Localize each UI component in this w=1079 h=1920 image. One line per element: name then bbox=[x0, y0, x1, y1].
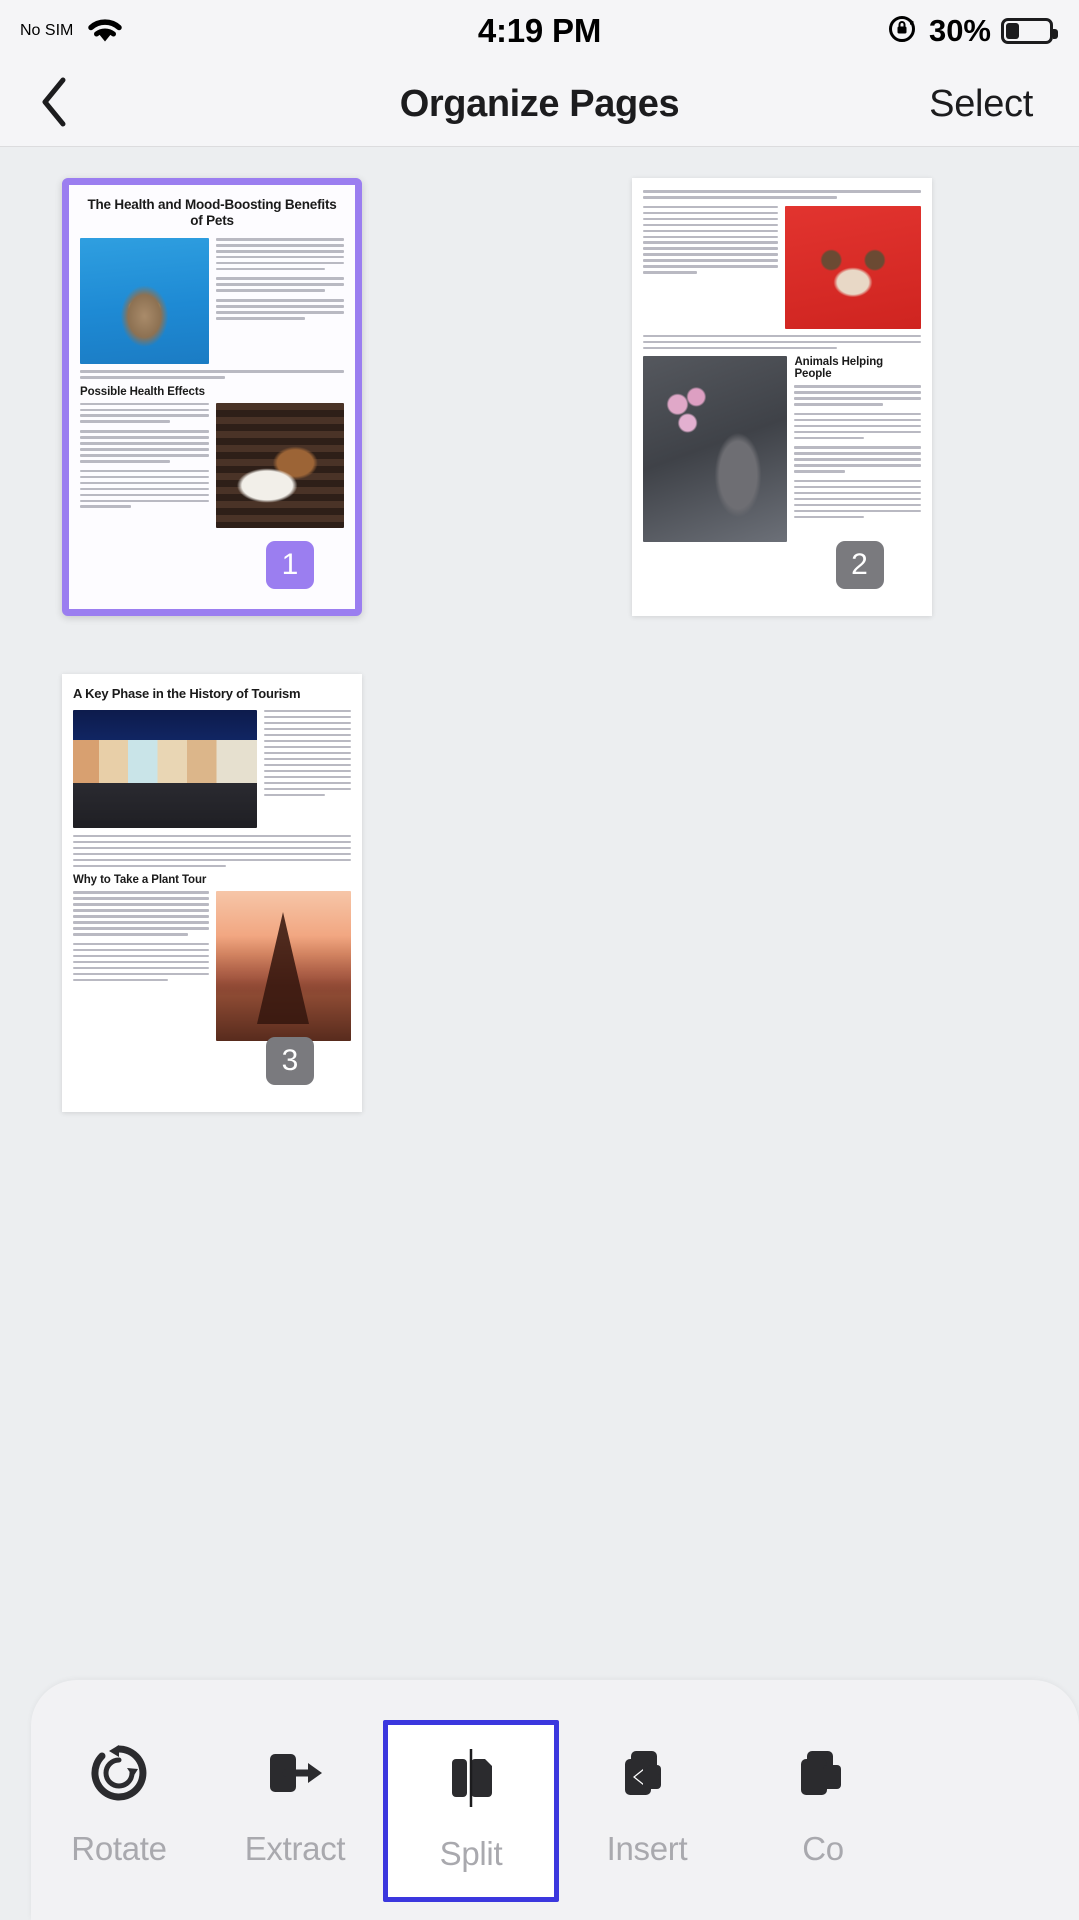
bottom-action-toolbar: Rotate Extract Split Insert Co bbox=[31, 1680, 1079, 1920]
text-column bbox=[263, 709, 351, 828]
toolbar-item-rotate[interactable]: Rotate bbox=[31, 1720, 207, 1902]
text-column bbox=[215, 237, 344, 364]
content-row bbox=[73, 891, 351, 1042]
rotate-icon bbox=[89, 1742, 149, 1804]
carrier-label: No SIM bbox=[20, 22, 74, 39]
page-cell: Animals Helping People 2 bbox=[540, 178, 1018, 674]
cat-on-blue-background-photo bbox=[80, 237, 209, 364]
eiffel-tower-at-sunset-photo bbox=[215, 891, 351, 1042]
rotation-lock-icon bbox=[885, 12, 919, 51]
toolbar-label: Split bbox=[439, 1835, 503, 1872]
content-row: Animals Helping People bbox=[642, 356, 921, 543]
paragraph bbox=[73, 834, 351, 868]
page-number-badge: 3 bbox=[266, 1037, 314, 1085]
paragraph bbox=[794, 385, 921, 406]
toolbar-item-insert[interactable]: Insert bbox=[559, 1720, 735, 1902]
toolbar-label: Extract bbox=[244, 1830, 346, 1867]
text-column bbox=[642, 205, 778, 329]
content-row bbox=[73, 709, 351, 828]
navigation-bar: Organize Pages Select bbox=[0, 62, 1079, 147]
page-cell: A Key Phase in the History of Tourism Wh… bbox=[62, 674, 540, 1170]
section-heading: Why to Take a Plant Tour bbox=[73, 874, 207, 887]
toolbar-item-extract[interactable]: Extract bbox=[207, 1720, 383, 1902]
paragraph bbox=[73, 942, 209, 982]
page-thumbnail-2[interactable]: Animals Helping People 2 bbox=[631, 178, 932, 616]
paragraph bbox=[215, 277, 344, 293]
paragraph bbox=[80, 469, 209, 509]
status-bar: No SIM 4:19 PM 30% bbox=[0, 0, 1079, 62]
paragraph bbox=[794, 446, 921, 473]
image-column bbox=[642, 356, 788, 543]
page-title: Organize Pages bbox=[399, 82, 680, 125]
paragraph bbox=[642, 205, 778, 274]
paragraph bbox=[263, 709, 351, 797]
toolbar-item-split[interactable]: Split bbox=[383, 1720, 559, 1902]
paragraph bbox=[80, 402, 209, 424]
toolbar-item-copy[interactable]: Co bbox=[735, 1720, 911, 1902]
paragraph bbox=[642, 190, 921, 199]
section-heading: Possible Health Effects bbox=[80, 385, 205, 398]
grey-cat-with-tulips-photo bbox=[642, 356, 788, 543]
document-title: The Health and Mood-Boosting Benefits of… bbox=[87, 197, 337, 229]
paragraph bbox=[642, 334, 921, 350]
paragraph bbox=[80, 369, 344, 379]
extract-icon bbox=[264, 1742, 326, 1804]
page-number-badge: 2 bbox=[835, 541, 884, 589]
toolbar-label: Co bbox=[802, 1830, 844, 1867]
toolbar-label: Insert bbox=[606, 1830, 688, 1867]
pink-classic-car-in-havana-photo bbox=[73, 709, 257, 828]
toolbar-label: Rotate bbox=[71, 1830, 167, 1867]
pages-grid: The Health and Mood-Boosting Benefits of… bbox=[0, 178, 1079, 1170]
split-icon bbox=[441, 1747, 501, 1809]
page-number-badge: 1 bbox=[266, 541, 314, 589]
page-frame: The Health and Mood-Boosting Benefits of… bbox=[62, 178, 362, 616]
text-column: Animals Helping People bbox=[794, 356, 921, 542]
image-column bbox=[215, 891, 351, 1042]
content-row bbox=[642, 205, 921, 329]
battery-fill bbox=[1006, 23, 1019, 39]
page-thumbnail-3[interactable]: A Key Phase in the History of Tourism Wh… bbox=[62, 674, 362, 1112]
content-row bbox=[80, 402, 344, 528]
paragraph bbox=[80, 430, 209, 463]
select-button[interactable]: Select bbox=[929, 83, 1033, 126]
image-column bbox=[80, 237, 209, 364]
text-column bbox=[80, 402, 209, 528]
paragraph bbox=[215, 237, 344, 271]
page-thumbnail-1[interactable]: The Health and Mood-Boosting Benefits of… bbox=[62, 178, 362, 616]
page-content-2: Animals Helping People bbox=[631, 178, 932, 616]
status-bar-right: 30% bbox=[885, 12, 1058, 51]
page-frame: Animals Helping People bbox=[631, 178, 932, 616]
page-content-3: A Key Phase in the History of Tourism Wh… bbox=[62, 674, 362, 1112]
image-column bbox=[215, 402, 344, 528]
content-row bbox=[80, 237, 344, 364]
battery-percentage-label: 30% bbox=[928, 13, 991, 48]
page-cell: The Health and Mood-Boosting Benefits of… bbox=[62, 178, 540, 674]
wifi-icon bbox=[85, 14, 125, 49]
back-button[interactable] bbox=[0, 75, 110, 134]
paragraph bbox=[215, 299, 344, 320]
section-heading: Animals Helping People bbox=[794, 356, 884, 381]
insert-icon bbox=[617, 1742, 677, 1804]
image-column bbox=[785, 205, 921, 329]
status-bar-left: No SIM bbox=[20, 14, 125, 49]
text-column bbox=[73, 891, 209, 1041]
dog-and-cat-resting-photo bbox=[215, 402, 344, 528]
dogs-in-holiday-costumes-red-background-photo bbox=[785, 205, 921, 329]
paragraph bbox=[73, 891, 209, 936]
pages-scroll-area[interactable]: The Health and Mood-Boosting Benefits of… bbox=[0, 148, 1079, 1920]
battery-icon bbox=[1001, 18, 1058, 44]
chevron-left-icon bbox=[38, 75, 72, 134]
paragraph bbox=[794, 412, 921, 440]
image-column bbox=[73, 709, 257, 828]
paragraph bbox=[794, 479, 921, 519]
page-frame: A Key Phase in the History of Tourism Wh… bbox=[62, 674, 362, 1112]
copy-icon bbox=[793, 1742, 853, 1804]
document-title: A Key Phase in the History of Tourism bbox=[73, 686, 301, 701]
